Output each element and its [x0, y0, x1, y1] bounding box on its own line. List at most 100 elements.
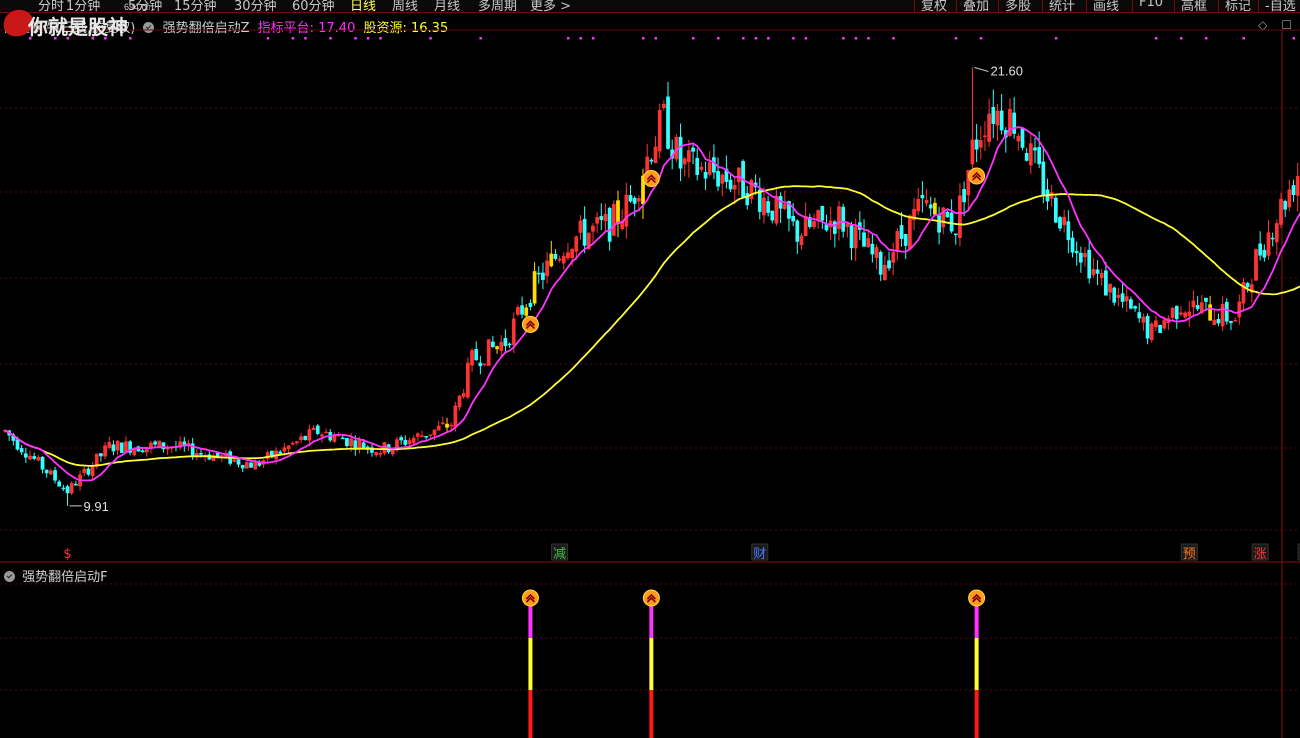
candle-body — [449, 424, 454, 427]
candle-body — [832, 221, 837, 234]
candle-body — [695, 157, 700, 175]
candle-body — [1137, 312, 1142, 319]
candle-body — [570, 249, 574, 259]
candle-body — [528, 302, 533, 307]
candle-body — [215, 452, 220, 457]
watermark-site: 694.cn — [124, 2, 150, 12]
platform-dot — [742, 37, 745, 40]
candle-body — [1254, 249, 1258, 281]
candle-body — [616, 200, 620, 224]
candle-body — [340, 437, 345, 440]
platform-dot — [892, 37, 895, 40]
candle-body — [662, 103, 666, 108]
platform-dot — [1242, 37, 1245, 40]
candle-body — [561, 255, 566, 264]
candle-body — [874, 247, 879, 258]
candle-body — [1216, 319, 1221, 324]
platform-dot — [754, 37, 758, 40]
candle-body — [1062, 216, 1067, 226]
sub-bar-top — [649, 604, 654, 638]
candle-body — [1224, 301, 1229, 322]
candle-body — [1208, 304, 1212, 321]
candle-body — [1291, 185, 1296, 196]
candle-body — [703, 171, 708, 179]
candle-body — [770, 210, 775, 221]
candle-body — [1129, 299, 1133, 309]
candle-body — [899, 225, 904, 239]
candle-body — [1162, 320, 1167, 329]
candle-body — [290, 442, 295, 445]
candle-body — [1270, 237, 1275, 240]
candle-body — [1037, 147, 1042, 165]
candle-body — [1116, 294, 1121, 298]
platform-dot — [366, 37, 370, 40]
sub-bar-mid — [528, 638, 533, 690]
candle-body — [549, 253, 554, 267]
candle-body — [424, 436, 429, 438]
event-badge: $ — [63, 547, 71, 562]
candle-body — [1275, 223, 1279, 243]
candle-body — [140, 450, 145, 453]
candle-body — [349, 438, 353, 447]
candle-body — [1287, 189, 1292, 208]
platform-dot — [767, 37, 770, 40]
platform-dot — [854, 37, 858, 40]
candle-body — [1266, 232, 1271, 256]
candle-body — [240, 464, 245, 469]
candle-body — [1279, 198, 1283, 225]
candle-body — [24, 453, 28, 458]
candle-body — [849, 225, 854, 249]
candle-body — [249, 462, 253, 468]
candle-body — [153, 441, 157, 445]
candle-body — [974, 139, 979, 150]
candle-body — [282, 447, 287, 452]
event-badge: 财 — [753, 547, 766, 562]
candle-body — [891, 252, 896, 263]
platform-dot — [304, 37, 307, 40]
platform-dot — [1054, 37, 1058, 40]
candle-body — [199, 453, 203, 455]
candle-body — [566, 252, 570, 259]
candle-body — [65, 486, 70, 494]
candle-body — [332, 435, 337, 442]
candle-body — [553, 253, 558, 259]
candle-body — [536, 272, 541, 275]
candle-body — [1233, 320, 1238, 322]
candle-body — [574, 236, 579, 252]
candle-body — [157, 440, 162, 447]
platform-dot — [566, 37, 570, 40]
candle-body — [1258, 243, 1263, 256]
candle-body — [841, 206, 846, 232]
platform-dot — [329, 37, 332, 40]
candle-body — [411, 437, 416, 443]
candle-body — [845, 223, 850, 227]
candle-body — [32, 456, 37, 459]
candle-body — [315, 425, 320, 434]
candle-body — [812, 221, 816, 228]
kline-chart[interactable]: 21.609.91$减财预涨榜跌 — [0, 0, 1300, 738]
candle-body — [983, 135, 987, 137]
candle-body — [837, 206, 841, 230]
candle-body — [1174, 305, 1179, 320]
candle-body — [432, 429, 437, 436]
candle-body — [782, 203, 787, 209]
candle-body — [503, 337, 508, 347]
candle-body — [407, 440, 412, 445]
candle-body — [461, 393, 466, 398]
candle-body — [436, 425, 441, 431]
platform-dot — [867, 37, 870, 40]
candle-body — [19, 448, 24, 453]
candle-body — [486, 339, 491, 366]
platform-dot — [579, 37, 582, 40]
candle-body — [657, 109, 662, 152]
candle-body — [491, 341, 495, 348]
candle-body — [1212, 319, 1217, 326]
candle-body — [1187, 311, 1192, 317]
candle-body — [1070, 237, 1075, 253]
candle-body — [1133, 306, 1137, 309]
candle-body — [99, 453, 103, 457]
candle-body — [945, 211, 950, 218]
candle-body — [482, 363, 487, 366]
candle-body — [611, 203, 616, 236]
candle-body — [1012, 112, 1016, 134]
